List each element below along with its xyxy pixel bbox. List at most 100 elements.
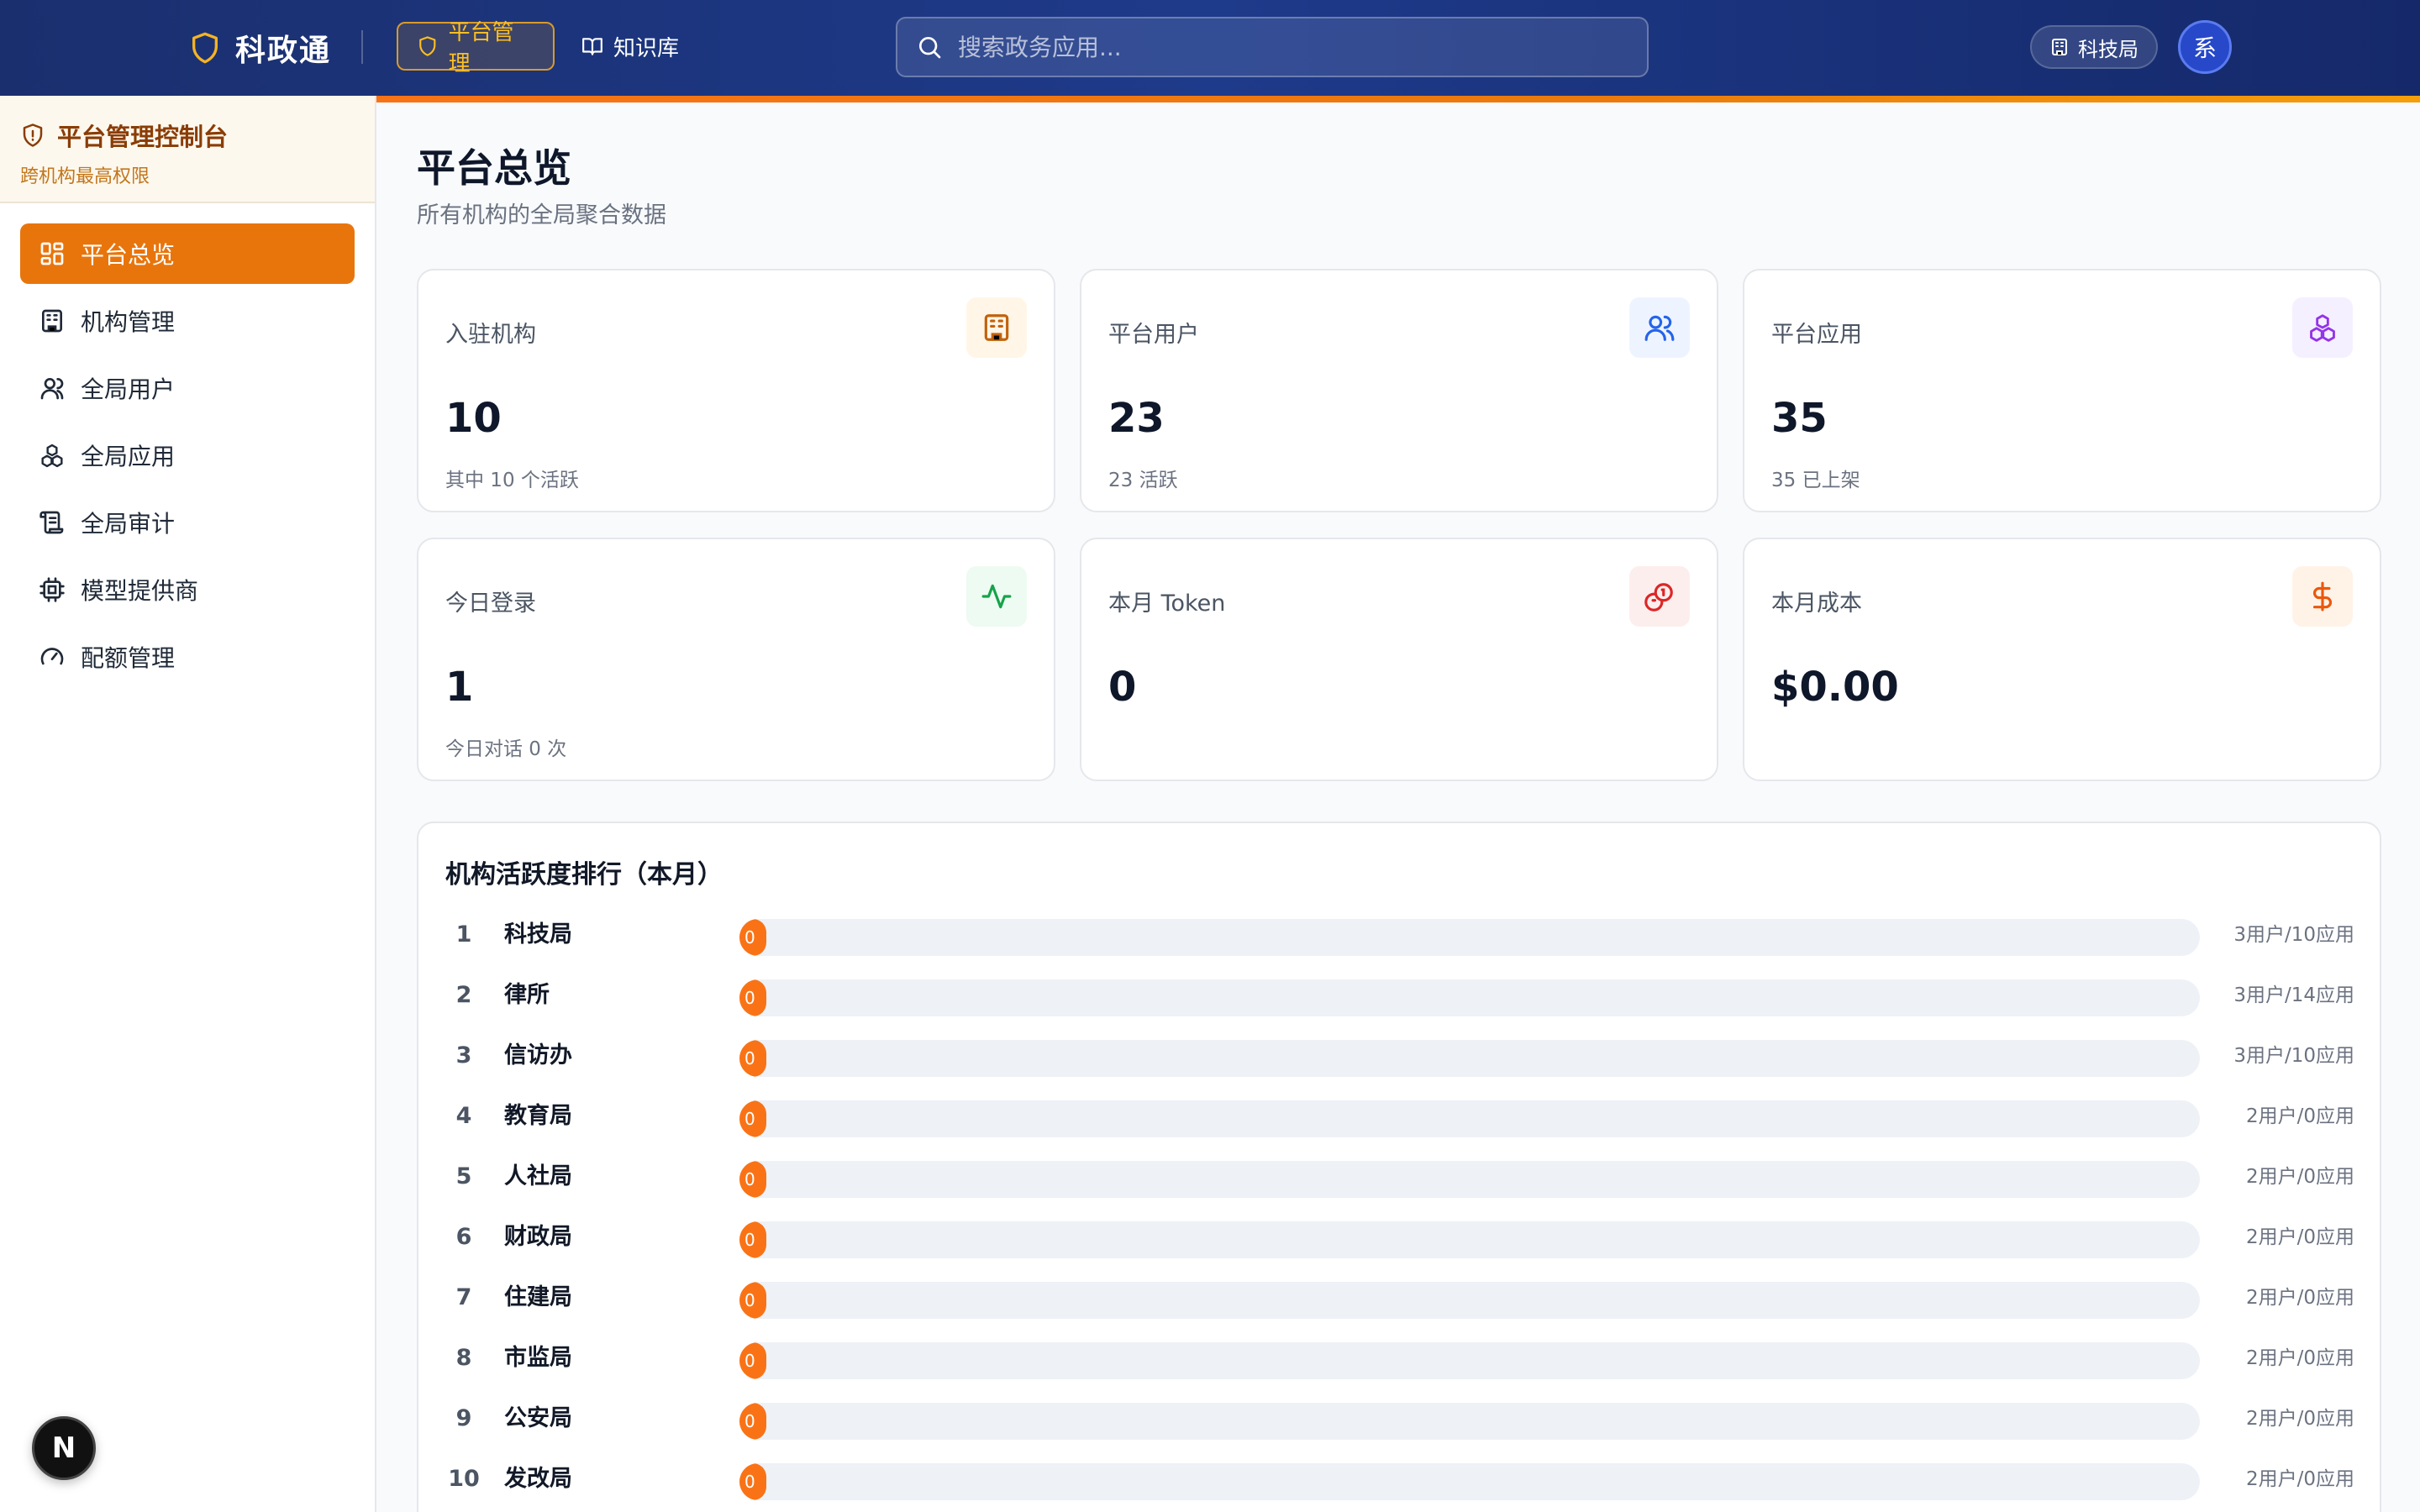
ranking-row: 9 公安局 0 2用户/0应用 — [445, 1401, 2354, 1462]
activity-bar-track: 0 — [739, 1100, 2200, 1137]
sidebar-item-model-providers[interactable]: 模型提供商 — [20, 559, 355, 620]
search-input[interactable] — [958, 33, 1613, 61]
stat-label: 入驻机构 — [445, 322, 536, 348]
rank-meta: 2用户/0应用 — [2245, 1347, 2354, 1369]
ranking-title: 机构活跃度排行（本月） — [445, 860, 723, 890]
brand[interactable]: 科政通 — [188, 25, 331, 71]
activity-bar-fill: 0 — [739, 1100, 766, 1137]
nav-platform-admin[interactable]: 平台管理 — [397, 20, 555, 76]
stat-card-cost: 本月成本 $0.00 — [1743, 538, 2381, 781]
sidebar-title-row: 平台管理控制台 — [20, 118, 355, 153]
rank-meta: 3用户/10应用 — [2233, 924, 2354, 946]
gauge-icon — [39, 643, 66, 670]
stat-icon-box — [966, 297, 1027, 358]
rank-number: 8 — [455, 1345, 472, 1371]
rank-org-name: 财政局 — [504, 1224, 572, 1250]
app-name: 科政通 — [235, 34, 332, 68]
shield-alert-icon — [20, 123, 45, 148]
activity-bar-fill: 0 — [739, 1463, 766, 1500]
rank-meta: 2用户/0应用 — [2245, 1408, 2354, 1430]
stat-value: $0.00 — [1771, 664, 1899, 711]
rank-org-name: 公安局 — [504, 1405, 572, 1431]
sidebar-item-label: 配额管理 — [81, 644, 176, 672]
sidebar-item-label: 机构管理 — [81, 308, 176, 336]
stat-sub: 其中 10 个活跃 — [445, 470, 579, 491]
stat-icon-box — [1629, 566, 1690, 627]
activity-bar-track: 0 — [739, 1403, 2200, 1440]
header-accent-line — [376, 96, 2420, 102]
top-bar: 科政通 平台管理 知识库 科技局 系 — [0, 0, 2420, 96]
rank-number: 4 — [455, 1103, 472, 1129]
user-icon — [39, 375, 66, 402]
rank-number: 7 — [455, 1284, 472, 1310]
shield-logo-icon — [188, 29, 222, 67]
rank-meta: 3用户/10应用 — [2233, 1045, 2354, 1067]
sidebar-item-label: 全局用户 — [81, 375, 176, 403]
rank-org-name: 律所 — [504, 982, 550, 1008]
sidebar-item-quota[interactable]: 配额管理 — [20, 627, 355, 687]
book-icon — [581, 35, 603, 57]
sidebar-header: 平台管理控制台 跨机构最高权限 — [0, 96, 375, 203]
ranking-row: 4 教育局 0 2用户/0应用 — [445, 1099, 2354, 1159]
stat-label: 今日登录 — [445, 591, 536, 617]
sidebar-item-apps[interactable]: 全局应用 — [20, 425, 355, 486]
page-subtitle: 所有机构的全局聚合数据 — [417, 202, 666, 228]
search-box[interactable] — [896, 17, 1649, 77]
boxes-icon — [39, 442, 66, 469]
activity-bar-fill: 0 — [739, 1403, 766, 1440]
dashboard-icon — [39, 240, 66, 267]
sidebar-item-organizations[interactable]: 机构管理 — [20, 291, 355, 351]
shield-icon — [417, 35, 439, 57]
ranking-row: 5 人社局 0 2用户/0应用 — [445, 1159, 2354, 1220]
building-icon — [2049, 37, 2070, 57]
ranking-row: 1 科技局 0 3用户/10应用 — [445, 917, 2354, 978]
activity-bar-track: 0 — [739, 1282, 2200, 1319]
stat-value: 35 — [1771, 395, 1828, 442]
rank-number: 9 — [455, 1405, 472, 1431]
activity-bar-track: 0 — [739, 1463, 2200, 1500]
coins-icon — [1644, 580, 1676, 612]
rank-org-name: 科技局 — [504, 921, 572, 948]
dev-tools-badge[interactable]: N — [32, 1416, 96, 1480]
stat-value: 23 — [1108, 395, 1165, 442]
ranking-row: 8 市监局 0 2用户/0应用 — [445, 1341, 2354, 1401]
sidebar-menu: 平台总览 机构管理 全局用户 全局应用 全局审计 模型提供商 配额管理 — [0, 203, 375, 687]
ranking-row: 6 财政局 0 2用户/0应用 — [445, 1220, 2354, 1280]
stat-label: 本月成本 — [1771, 591, 1862, 617]
sidebar-item-audit[interactable]: 全局审计 — [20, 492, 355, 553]
rank-number: 3 — [455, 1042, 472, 1068]
rank-number: 10 — [448, 1466, 480, 1492]
org-switcher[interactable]: 科技局 — [2030, 25, 2158, 69]
rank-meta: 2用户/0应用 — [2245, 1166, 2354, 1188]
sidebar-item-label: 平台总览 — [81, 241, 176, 269]
rank-org-name: 信访办 — [504, 1042, 572, 1068]
stat-card-apps: 平台应用 35 35 已上架 — [1743, 269, 2381, 512]
ranking-row: 3 信访办 0 3用户/10应用 — [445, 1038, 2354, 1099]
activity-bar-fill: 0 — [739, 979, 766, 1016]
nav-knowledge-base[interactable]: 知识库 — [563, 22, 697, 71]
scroll-icon — [39, 509, 66, 536]
rank-meta: 2用户/0应用 — [2245, 1468, 2354, 1490]
ranking-list: 1 科技局 0 3用户/10应用 2 律所 0 3用户/14应用 3 信访办 0 3用户/10应用 4 教… — [445, 917, 2354, 1512]
stat-value: 10 — [445, 395, 502, 442]
sidebar-item-users[interactable]: 全局用户 — [20, 358, 355, 418]
rank-number: 5 — [455, 1163, 472, 1189]
user-avatar[interactable]: 系 — [2178, 20, 2232, 74]
search-icon — [916, 34, 943, 60]
ranking-row: 2 律所 0 3用户/14应用 — [445, 978, 2354, 1038]
sidebar-item-label: 全局应用 — [81, 443, 176, 470]
boxes-icon — [2307, 312, 2338, 344]
rank-meta: 3用户/14应用 — [2233, 984, 2354, 1006]
sidebar-item-overview[interactable]: 平台总览 — [20, 223, 355, 284]
cpu-icon — [39, 576, 66, 603]
org-name: 科技局 — [2078, 37, 2139, 61]
activity-bar-fill: 0 — [739, 1221, 766, 1258]
activity-bar-fill: 0 — [739, 1342, 766, 1379]
building-icon — [39, 307, 66, 334]
nav-knowledge-base-label: 知识库 — [613, 35, 680, 61]
nav-platform-admin-label: 平台管理 — [448, 20, 514, 76]
rank-meta: 2用户/0应用 — [2245, 1226, 2354, 1248]
rank-number: 6 — [455, 1224, 472, 1250]
stat-sub: 23 活跃 — [1108, 470, 1178, 491]
activity-bar-track: 0 — [739, 1040, 2200, 1077]
